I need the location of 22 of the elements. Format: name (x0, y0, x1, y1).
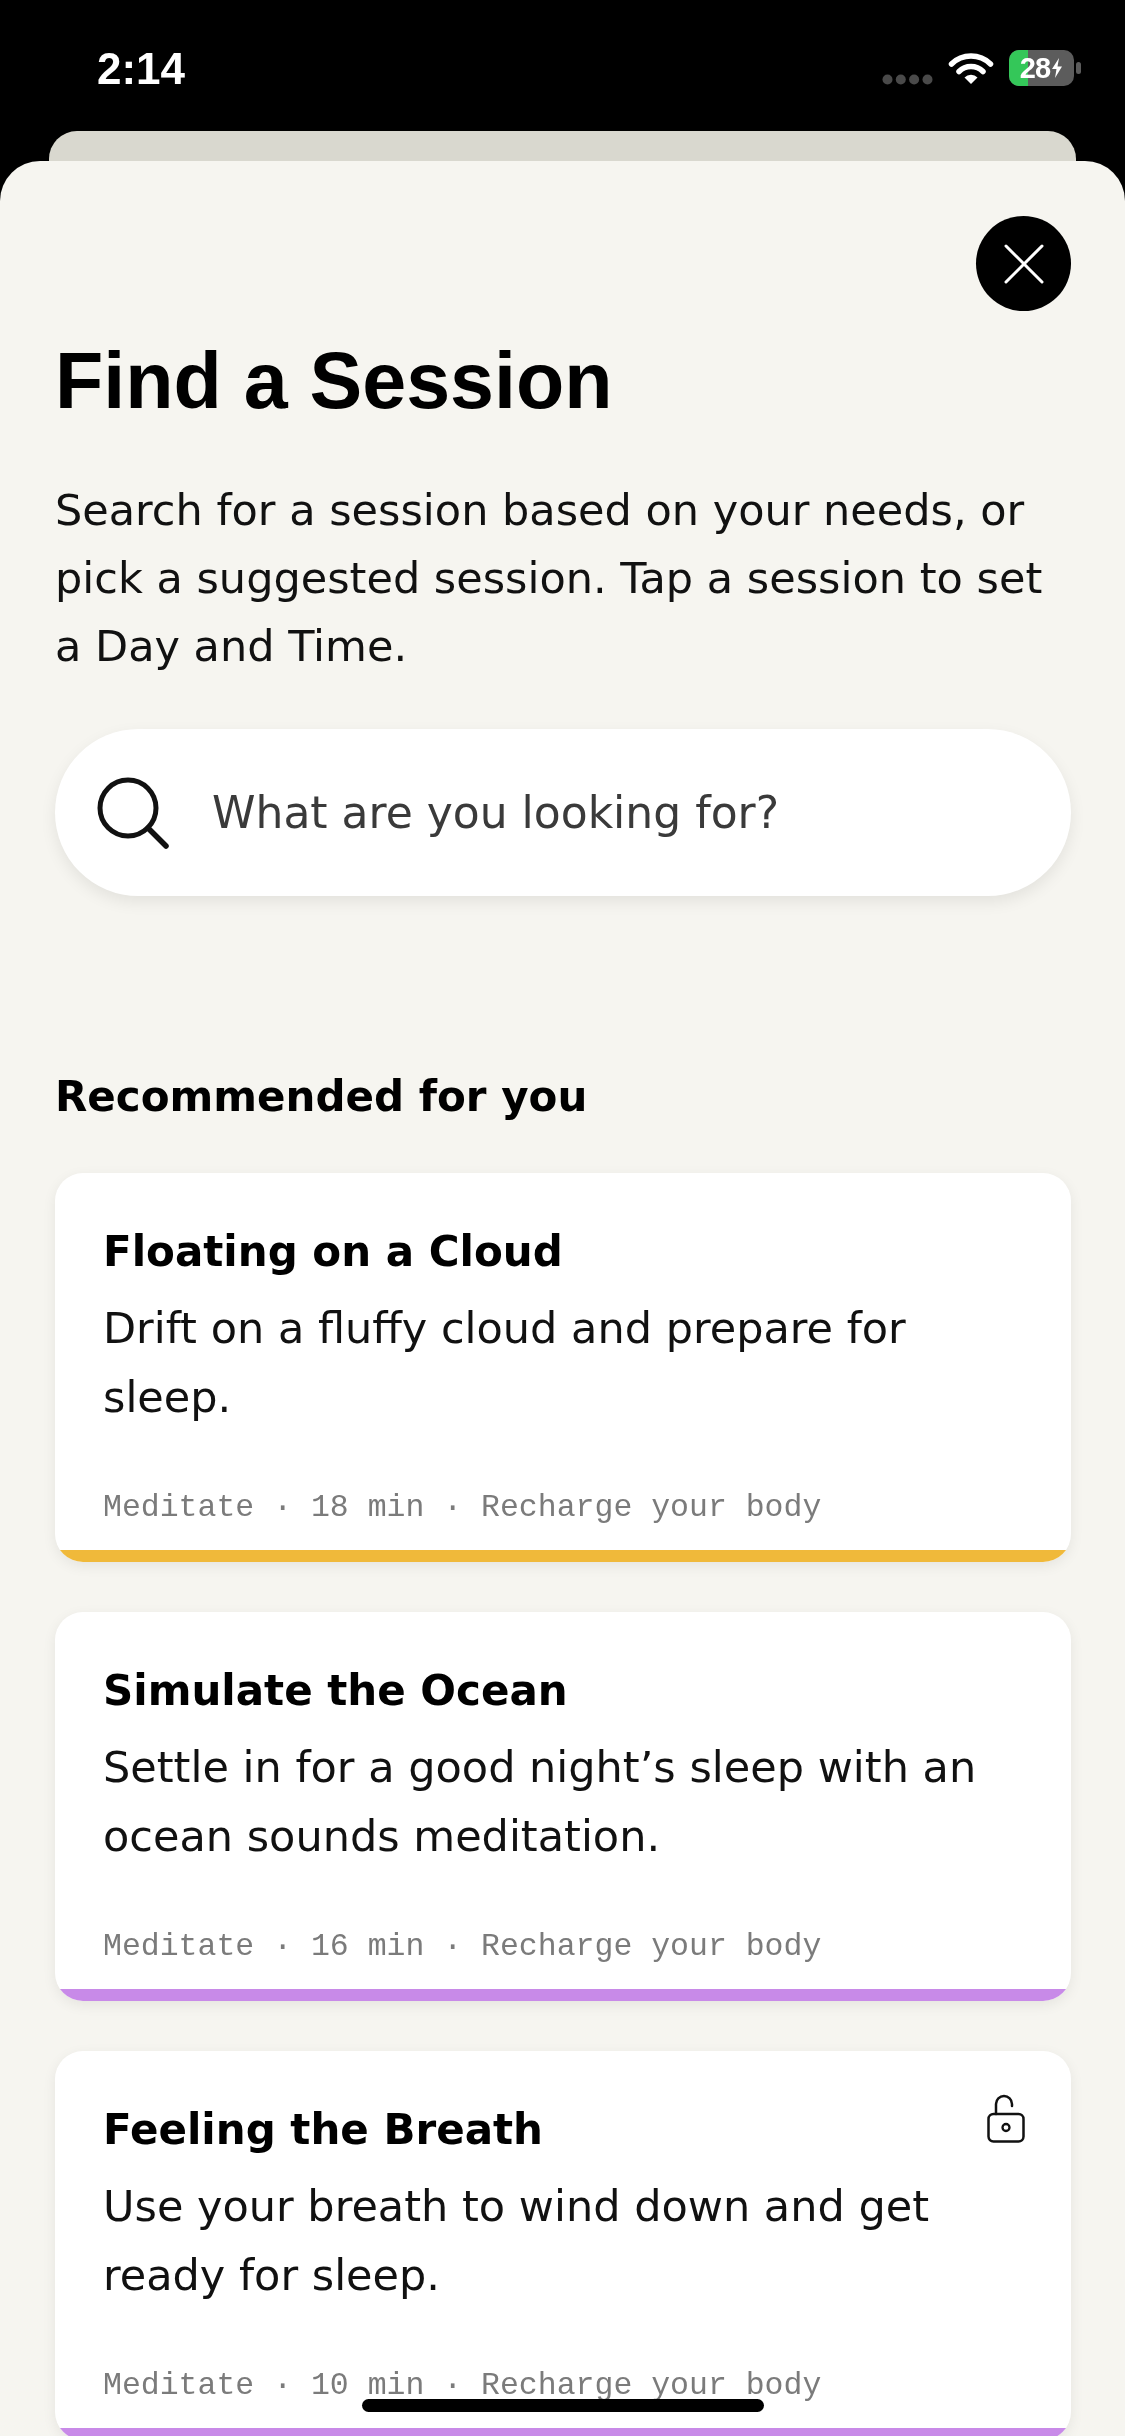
card-title: Feeling the Breath (103, 2105, 543, 2155)
card-description: Use your breath to wind down and get ready for sleep. (103, 2180, 930, 2302)
search-field[interactable]: What are you looking for? (55, 729, 1071, 896)
session-card[interactable]: Feeling the Breath Use your breath to wind down and get ready for sleep. Meditate · 10 min · Recharge your body (55, 2051, 1071, 2436)
charging-bolt-icon (1051, 58, 1064, 78)
card-description: Settle in for a good night’s sleep with an ocean sounds meditation. (103, 1741, 978, 1863)
session-card[interactable]: Simulate the Ocean Settle in for a good night’s sleep with an ocean sounds meditation. Meditate · 16 min · Recharge your body (55, 1612, 1071, 2001)
card-meta: Meditate · 18 min · Recharge your body (103, 1493, 822, 1523)
description-text: Search for a session based on your needs, or pick a suggested session. Tap a session to set a Day and Time. (55, 484, 1044, 673)
status-time: 2:14 (97, 44, 186, 94)
page-title: Find a Session (55, 335, 614, 427)
wifi-icon (948, 51, 994, 85)
close-icon (1003, 243, 1044, 284)
signal-icon (882, 74, 933, 85)
card-description: Drift on a fluffy cloud and prepare for sleep. (103, 1302, 907, 1424)
session-card[interactable]: Floating on a Cloud Drift on a fluffy cloud and prepare for sleep. Meditate · 18 min · Recharge your body (55, 1173, 1071, 1562)
card-title: Simulate the Ocean (103, 1666, 568, 1716)
card-meta: Meditate · 16 min · Recharge your body (103, 1932, 822, 1962)
card-meta: Meditate · 10 min · Recharge your body (103, 2371, 822, 2401)
section-heading: Recommended for you (55, 1071, 589, 1123)
card-title: Floating on a Cloud (103, 1227, 563, 1277)
search-icon (97, 777, 169, 849)
